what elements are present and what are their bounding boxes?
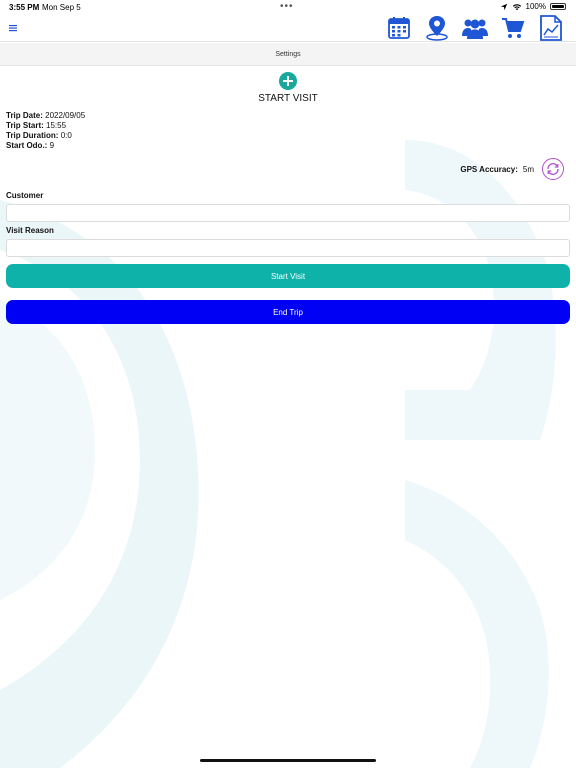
background-swoosh bbox=[0, 140, 556, 768]
trip-start-value: 15:55 bbox=[46, 121, 67, 130]
trip-start-label: Trip Start: bbox=[6, 121, 44, 130]
calendar-icon[interactable] bbox=[384, 14, 414, 42]
map-pin-icon[interactable] bbox=[422, 14, 452, 42]
customer-label: Customer bbox=[6, 191, 44, 200]
gps-accuracy-value: 5m bbox=[522, 164, 534, 174]
trip-date-row: Trip Date: 2022/09/05 bbox=[6, 111, 85, 121]
refresh-icon[interactable] bbox=[542, 158, 564, 180]
customers-icon[interactable] bbox=[460, 14, 490, 42]
start-odo-value: 9 bbox=[49, 141, 55, 150]
trip-start-row: Trip Start: 15:55 bbox=[6, 121, 85, 131]
trip-date-value: 2022/09/05 bbox=[45, 111, 86, 120]
trip-duration-label: Trip Duration: bbox=[6, 131, 59, 140]
report-icon[interactable] bbox=[536, 14, 566, 42]
battery-icon bbox=[550, 3, 566, 10]
gps-accuracy-label: GPS Accuracy: bbox=[460, 164, 518, 174]
status-indicators: 100% bbox=[500, 2, 566, 11]
app-header bbox=[0, 14, 576, 42]
visit-reason-input[interactable] bbox=[6, 239, 570, 257]
end-trip-button[interactable]: End Trip bbox=[6, 300, 570, 324]
trip-duration-value: 0:0 bbox=[60, 131, 72, 140]
header-nav-icons bbox=[384, 14, 566, 42]
trip-date-label: Trip Date: bbox=[6, 111, 43, 120]
settings-bar[interactable]: Settings bbox=[0, 43, 576, 66]
multitasking-dots[interactable]: ••• bbox=[280, 1, 294, 12]
start-visit-button[interactable]: Start Visit bbox=[6, 264, 570, 288]
cart-icon[interactable] bbox=[498, 14, 528, 42]
wifi-icon bbox=[512, 3, 521, 10]
hamburger-icon[interactable] bbox=[9, 20, 23, 36]
status-date: Mon Sep 5 bbox=[42, 3, 81, 12]
start-odo-row: Start Odo.: 9 bbox=[6, 141, 85, 151]
home-indicator[interactable] bbox=[200, 759, 376, 762]
start-visit-heading: START VISIT bbox=[258, 93, 318, 104]
plus-circle-icon[interactable] bbox=[279, 72, 297, 90]
gps-accuracy: GPS Accuracy: 5m bbox=[460, 158, 564, 180]
status-time: 3:55 PM bbox=[9, 3, 40, 12]
battery-percent: 100% bbox=[525, 2, 546, 11]
visit-reason-label: Visit Reason bbox=[6, 226, 54, 235]
trip-duration-row: Trip Duration: 0:0 bbox=[6, 131, 85, 141]
start-odo-label: Start Odo.: bbox=[6, 141, 48, 150]
customer-input[interactable] bbox=[6, 204, 570, 222]
location-arrow-icon bbox=[500, 3, 507, 10]
status-bar: 3:55 PM Mon Sep 5 ••• 100% bbox=[0, 0, 576, 14]
settings-label: Settings bbox=[275, 50, 301, 58]
trip-info: Trip Date: 2022/09/05 Trip Start: 15:55 … bbox=[6, 111, 85, 151]
